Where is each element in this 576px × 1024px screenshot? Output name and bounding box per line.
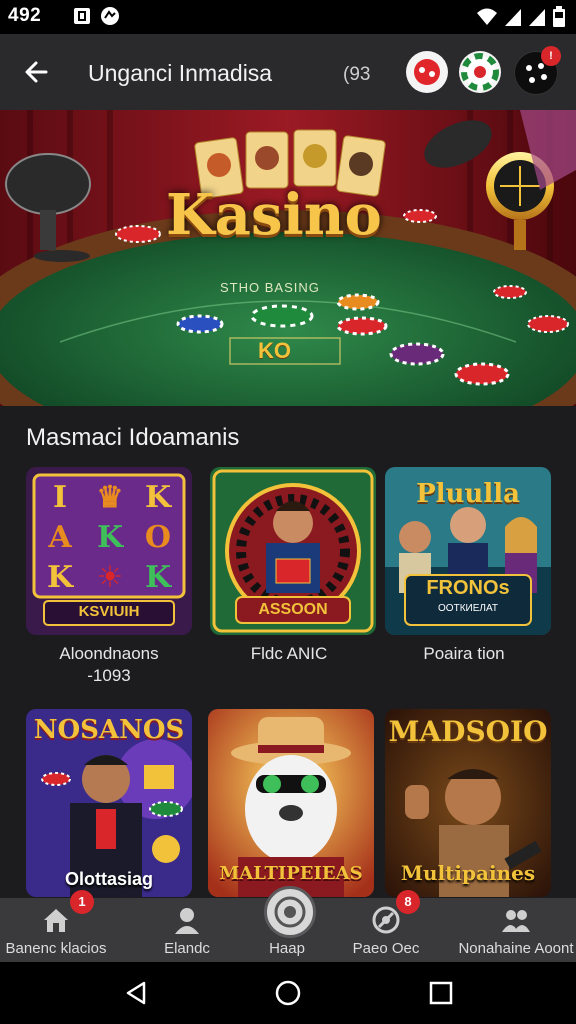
game-caption-roulette: Fldc ANIC	[206, 643, 372, 665]
svg-text:I: I	[53, 480, 67, 515]
signal-icon	[505, 9, 521, 26]
game-card-slots[interactable]: I ♛ K AKO K ☀ K KSVIUIH	[26, 467, 192, 635]
page-title: Unganci Inmadisa	[88, 60, 273, 86]
game-card-seal[interactable]: MALTIPEIEAS	[208, 709, 374, 897]
profile-avatar-3[interactable]: !	[514, 46, 561, 95]
nav-badge-wheel: 8	[396, 890, 420, 914]
nav-item-profile[interactable]: Elandc	[128, 898, 246, 962]
game-card-casino-man[interactable]: NOSANOS Olottasiag	[26, 709, 192, 897]
casino-man-art-title: NOSANOS	[33, 715, 185, 745]
hero-brand: Kasino	[166, 182, 382, 248]
thumbs-up-art-title: MADSOIO	[388, 715, 548, 748]
hero-table-logo: KO	[258, 338, 291, 363]
caption-line-1: Poaira tion	[423, 644, 505, 663]
wifi-icon	[477, 8, 497, 25]
caption-line-1: Fldc ANIC	[250, 644, 328, 663]
header-count: (93	[343, 64, 371, 85]
system-recents-icon[interactable]	[428, 980, 454, 1006]
status-time: 492	[8, 5, 42, 26]
status-right-icons	[476, 4, 566, 30]
system-home-icon[interactable]	[274, 979, 302, 1007]
battery-icon	[553, 6, 565, 27]
section-title: Masmaci Idoamanis	[26, 424, 240, 451]
system-nav-bar	[0, 962, 576, 1024]
nav-label-center: Haap	[269, 940, 305, 957]
svg-text:K: K	[97, 520, 124, 555]
roulette-art-title: ASSOON	[258, 601, 328, 618]
poker-art-sub: FRONOs	[426, 577, 510, 599]
svg-text:K: K	[47, 560, 74, 595]
user-icon	[175, 908, 199, 934]
group-icon	[502, 910, 530, 932]
seal-art-title: MALTIPEIEAS	[219, 863, 363, 884]
game-caption-poker: Poaira tion	[381, 643, 547, 665]
game-card-poker[interactable]: Pluulla FRONOs ООТКИЕЛАТ	[385, 467, 551, 635]
chip-icon	[274, 896, 306, 928]
notification-badge: !	[541, 46, 561, 66]
status-bar: 492	[0, 0, 576, 34]
nav-label-home: Banenc klacios	[5, 940, 107, 957]
hero-banner[interactable]: Kasino STHO BASING KO	[0, 110, 576, 406]
system-back-icon[interactable]	[122, 979, 150, 1007]
thumbs-up-art-bottom: Multipaines	[400, 861, 536, 885]
bottom-nav: 1 Banenc klacios Elandc Haap 8 Paeo Oec …	[0, 886, 576, 962]
center-chip-button[interactable]	[264, 886, 316, 938]
app-bar: Unganci Inmadisa (93 !	[0, 34, 576, 110]
signal-icon-2	[529, 9, 545, 26]
nav-label-wheel: Paeo Oec	[352, 940, 420, 957]
game-caption-slots: Aloondnaons -1093	[26, 643, 192, 687]
caption-line-2: -1093	[87, 666, 131, 685]
svg-text:A: A	[47, 520, 72, 555]
home-icon	[44, 909, 68, 932]
svg-text:K: K	[145, 480, 172, 515]
nav-item-home[interactable]: 1 Banenc klacios	[0, 890, 112, 962]
casino-man-art-bottom: Olottasiag	[64, 869, 153, 889]
nav-badge-home: 1	[70, 890, 94, 914]
profile-avatar-1[interactable]	[406, 51, 448, 93]
nav-item-center[interactable]: Haap	[230, 886, 344, 962]
back-arrow-icon[interactable]	[20, 54, 56, 90]
slots-art-title: KSVIUIH	[78, 603, 140, 620]
nav-item-wheel[interactable]: 8 Paeo Oec	[330, 890, 442, 962]
nav-label-group: Nonahaine Aoont	[458, 940, 574, 957]
poker-art-sub2: ООТКИЕЛАТ	[438, 603, 498, 614]
svg-text:K: K	[145, 560, 172, 595]
poker-art-title: Pluulla	[416, 479, 520, 509]
nav-item-group[interactable]: Nonahaine Aoont	[456, 898, 576, 962]
game-card-roulette[interactable]: ASSOON	[210, 467, 376, 635]
notification-icon	[74, 8, 90, 24]
profile-avatar-2[interactable]	[459, 51, 501, 93]
app-status-icon	[101, 7, 119, 25]
avatar-chip-icon	[461, 53, 499, 91]
caption-line-1: Aloondnaons	[59, 644, 159, 663]
svg-text:☀: ☀	[97, 560, 124, 595]
svg-text:O: O	[145, 520, 171, 555]
avatar-dice-icon	[414, 59, 440, 85]
nav-label-profile: Elandc	[164, 940, 210, 957]
svg-text:♛: ♛	[97, 480, 124, 515]
game-card-thumbs-up[interactable]: MADSOIO Multipaines	[385, 709, 551, 897]
hero-table-text: STHO BASING	[220, 280, 320, 295]
